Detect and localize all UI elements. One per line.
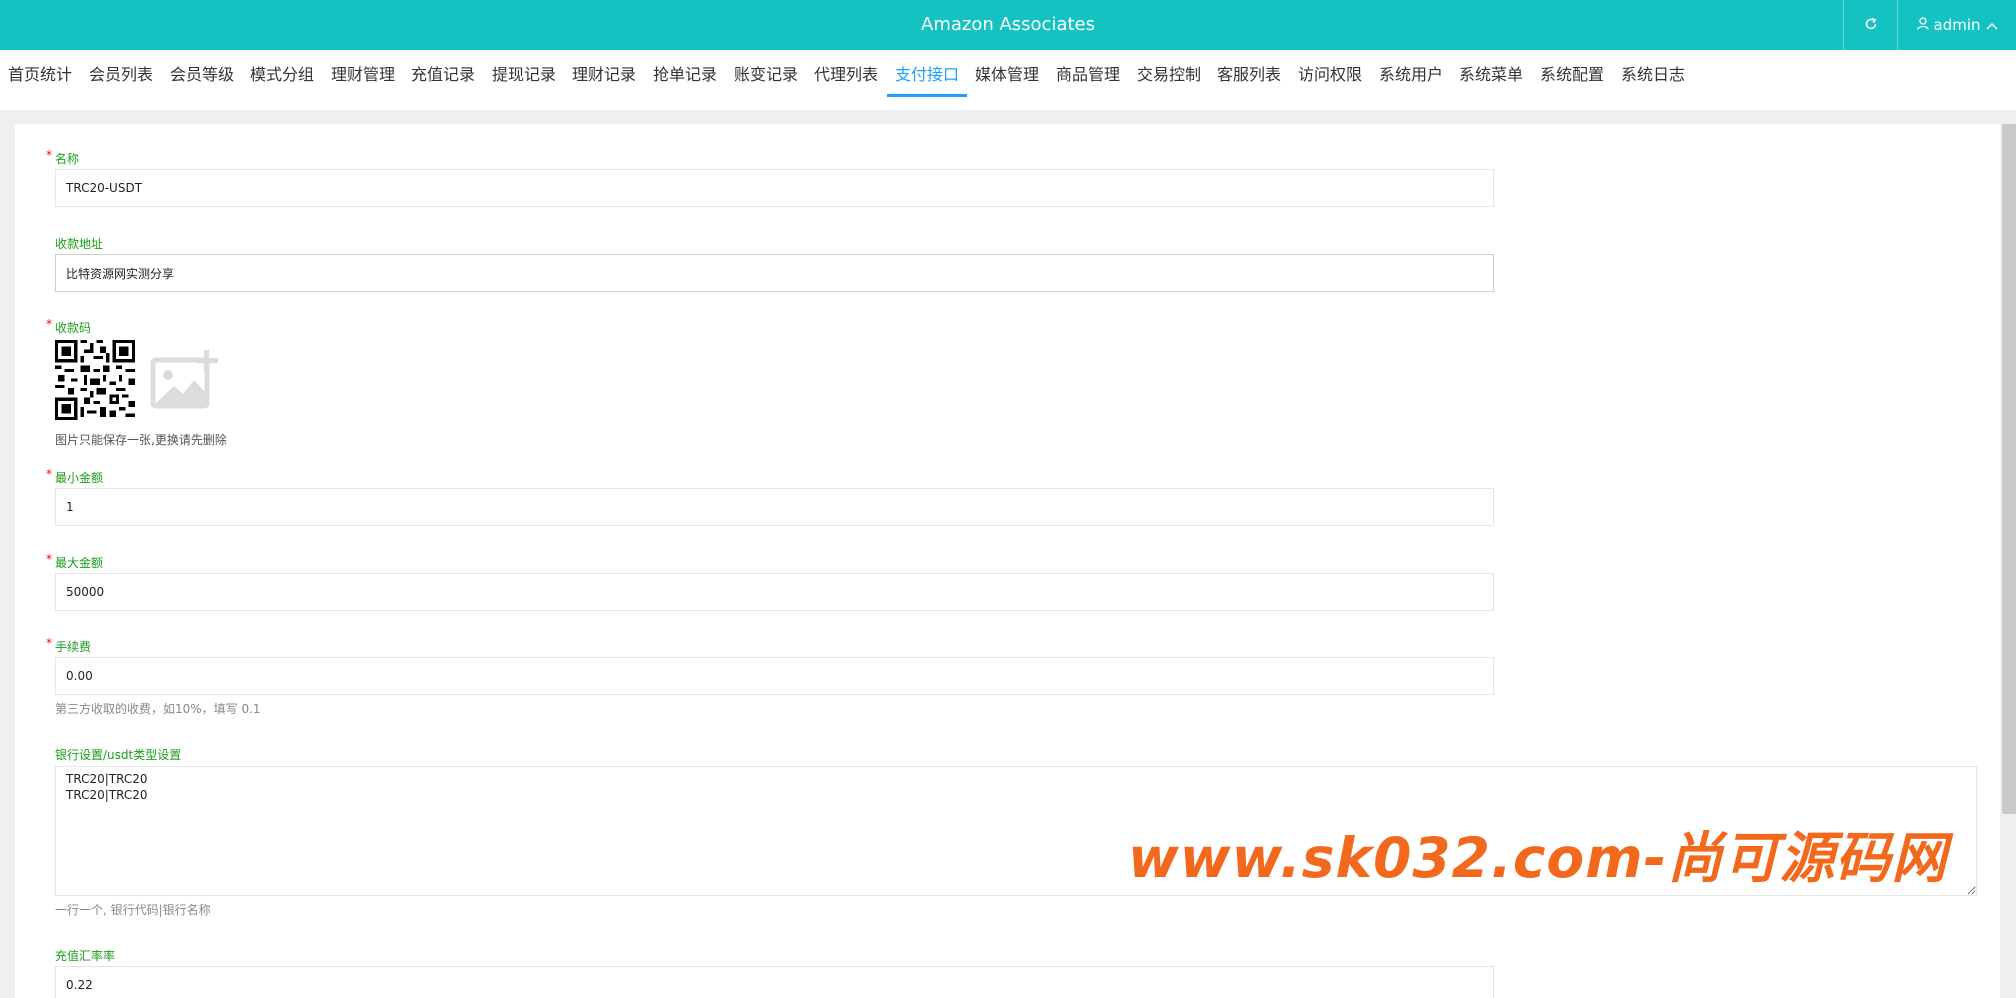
chevron-up-icon — [1985, 16, 1998, 34]
nav-item-system-users[interactable]: 系统用户 — [1379, 50, 1443, 97]
qrcode-label: 收款码 — [55, 321, 92, 335]
required-mark: * — [46, 467, 52, 481]
nav-item-products[interactable]: 商品管理 — [1056, 50, 1120, 97]
fee-input[interactable] — [55, 657, 1494, 695]
nav-item-wealth-records[interactable]: 理财记录 — [572, 50, 636, 97]
top-bar: Amazon Associates admin — [0, 0, 2016, 50]
nav-item-members[interactable]: 会员列表 — [89, 50, 153, 97]
watermark: www.sk032.com-尚可源码网 — [1128, 826, 1948, 890]
exchange-rate-label: 充值汇率率 — [55, 949, 116, 963]
user-name: admin — [1933, 16, 1981, 34]
nav-item-mode-groups[interactable]: 模式分组 — [250, 50, 314, 97]
nav-item-trade-control[interactable]: 交易控制 — [1137, 50, 1201, 97]
nav-item-dashboard[interactable]: 首页统计 — [8, 50, 72, 97]
user-menu-button[interactable]: admin — [1898, 0, 2016, 50]
address-input[interactable] — [55, 254, 1494, 292]
nav-item-access-rights[interactable]: 访问权限 — [1298, 50, 1362, 97]
max-amount-label: 最大金额 — [55, 556, 104, 570]
scrollbar[interactable] — [2002, 124, 2016, 814]
required-mark: * — [46, 317, 52, 331]
nav-item-balance-records[interactable]: 账变记录 — [734, 50, 798, 97]
nav-item-payment-interface[interactable]: 支付接口 — [887, 50, 968, 97]
bank-settings-label: 银行设置/usdt类型设置 — [55, 748, 182, 762]
nav-item-system-config[interactable]: 系统配置 — [1540, 50, 1604, 97]
required-mark: * — [46, 552, 52, 566]
nav-item-customer-service[interactable]: 客服列表 — [1217, 50, 1281, 97]
nav-item-agents[interactable]: 代理列表 — [814, 50, 878, 97]
max-amount-input[interactable] — [55, 573, 1494, 611]
nav-item-recharge-records[interactable]: 充值记录 — [411, 50, 475, 97]
refresh-icon — [1864, 16, 1878, 35]
fee-label: 手续费 — [55, 640, 92, 654]
app-title: Amazon Associates — [921, 14, 1095, 35]
refresh-button[interactable] — [1844, 0, 1897, 50]
main-nav: 首页统计 会员列表 会员等级 模式分组 理财管理 充值记录 提现记录 理财记录 … — [0, 50, 2016, 110]
user-icon — [1916, 16, 1929, 34]
nav-item-wealth-management[interactable]: 理财管理 — [331, 50, 395, 97]
address-label: 收款地址 — [55, 237, 104, 251]
min-amount-label: 最小金额 — [55, 471, 104, 485]
add-image-icon[interactable] — [150, 348, 222, 410]
nav-item-system-log[interactable]: 系统日志 — [1621, 50, 1685, 97]
bank-settings-hint: 一行一个, 银行代码|银行名称 — [55, 903, 211, 917]
nav-item-member-levels[interactable]: 会员等级 — [170, 50, 234, 97]
name-input[interactable] — [55, 169, 1494, 207]
required-mark: * — [46, 148, 52, 162]
min-amount-input[interactable] — [55, 488, 1494, 526]
exchange-rate-input[interactable] — [55, 966, 1494, 998]
qr-code-image — [55, 340, 135, 420]
nav-item-order-records[interactable]: 抢单记录 — [653, 50, 717, 97]
required-mark: * — [46, 636, 52, 650]
nav-item-media[interactable]: 媒体管理 — [975, 50, 1039, 97]
nav-item-system-menu[interactable]: 系统菜单 — [1459, 50, 1523, 97]
nav-item-withdraw-records[interactable]: 提现记录 — [492, 50, 556, 97]
qrcode-hint: 图片只能保存一张,更换请先删除 — [55, 433, 227, 447]
name-label: 名称 — [55, 152, 80, 166]
fee-hint: 第三方收取的收费，如10%，填写 0.1 — [55, 702, 261, 716]
